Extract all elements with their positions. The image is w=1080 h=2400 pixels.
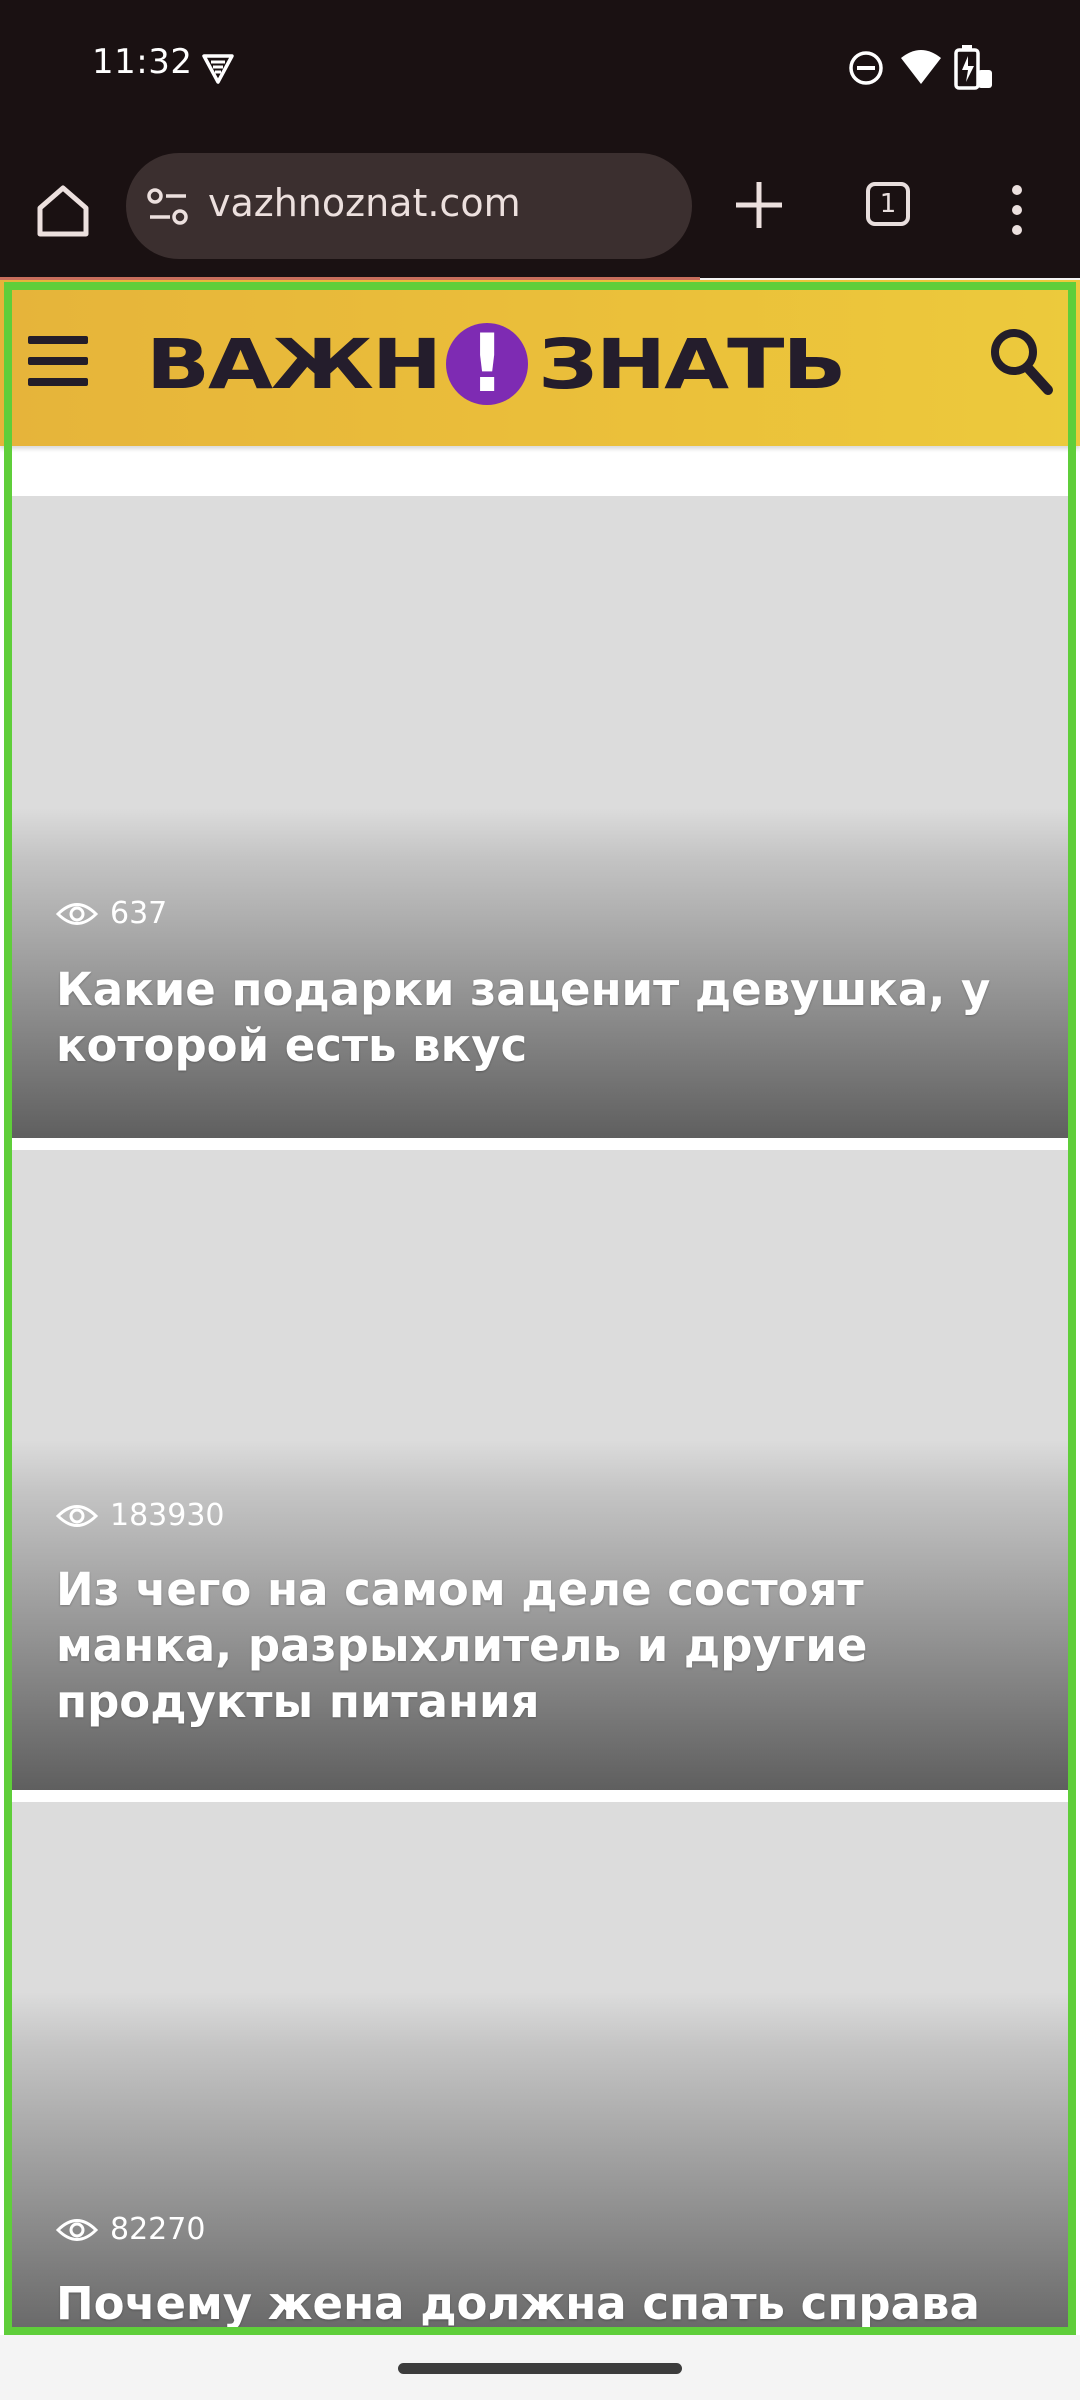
- article-card[interactable]: 637 Какие подарки заценит девушка, у кот…: [12, 496, 1068, 1138]
- site-logo[interactable]: ВАЖН ! ЗНАТЬ: [146, 314, 946, 414]
- article-title[interactable]: Какие подарки заценит девушка, у которой…: [56, 962, 1036, 1074]
- url-text[interactable]: vazhnoznat.com: [208, 181, 521, 225]
- article-title[interactable]: Почему жена должна спать справа от: [56, 2276, 1036, 2335]
- view-count: 82270: [56, 2212, 205, 2247]
- eye-icon: [56, 902, 98, 925]
- view-count: 183930: [56, 1498, 225, 1533]
- article-card[interactable]: 183930 Из чего на самом деле состоят ман…: [12, 1150, 1068, 1790]
- eye-icon: [56, 2218, 98, 2241]
- status-time: 11:32: [92, 42, 193, 82]
- do-not-disturb-icon: [849, 51, 883, 85]
- vpn-icon: [202, 54, 234, 84]
- status-bar: 11:32: [0, 0, 1080, 140]
- view-count: 637: [56, 896, 167, 931]
- hamburger-menu-icon[interactable]: [28, 336, 88, 386]
- site-settings-icon[interactable]: [146, 187, 190, 227]
- article-card[interactable]: 82270 Почему жена должна спать справа от: [12, 1802, 1068, 2335]
- home-icon[interactable]: [32, 180, 94, 242]
- gesture-handle[interactable]: [398, 2363, 682, 2374]
- logo-exclamation-mark: !: [446, 323, 529, 405]
- web-page: ВАЖН ! ЗНАТЬ 637 Какие подарки заценит д…: [0, 280, 1080, 2335]
- logo-text-right: ЗНАТЬ: [538, 323, 846, 405]
- navigation-bar: [0, 2335, 1080, 2400]
- tab-switcher-button[interactable]: 1: [866, 182, 910, 226]
- logo-text-left: ВАЖН: [146, 323, 442, 405]
- browser-toolbar: vazhnoznat.com 1: [0, 140, 1080, 278]
- site-header: ВАЖН ! ЗНАТЬ: [0, 280, 1080, 446]
- view-count-value: 82270: [110, 2212, 206, 2247]
- view-count-value: 637: [110, 896, 168, 931]
- address-bar[interactable]: vazhnoznat.com: [126, 153, 692, 259]
- article-title[interactable]: Из чего на самом деле состоят манка, раз…: [56, 1562, 1036, 1730]
- search-icon[interactable]: [986, 324, 1056, 398]
- more-menu-icon[interactable]: [1000, 180, 1034, 240]
- new-tab-icon[interactable]: [730, 176, 788, 234]
- wifi-icon: [901, 50, 941, 84]
- view-count-value: 183930: [110, 1498, 225, 1533]
- eye-icon: [56, 1504, 98, 1527]
- battery-charging-icon: [954, 45, 992, 90]
